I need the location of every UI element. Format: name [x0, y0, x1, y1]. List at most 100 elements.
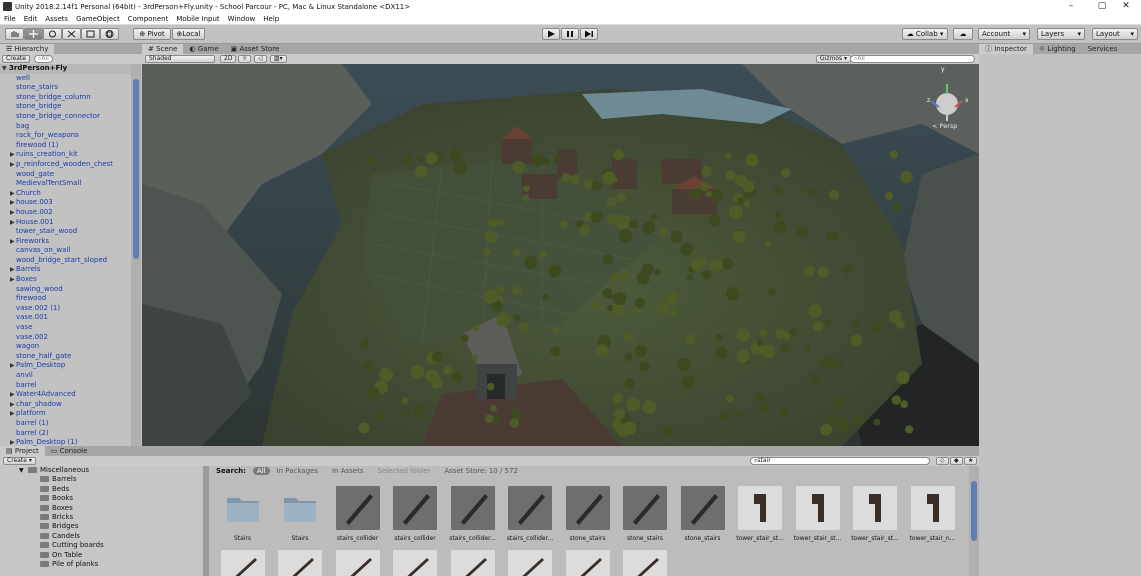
folder-item[interactable]: Bridges: [0, 522, 203, 531]
expand-arrow-icon[interactable]: ▶: [10, 438, 15, 446]
search-scope-all[interactable]: All: [252, 467, 270, 475]
folder-item[interactable]: Cutting boards: [0, 541, 203, 550]
2d-toggle[interactable]: 2D: [220, 55, 237, 63]
expand-arrow-icon[interactable]: ▶: [10, 361, 15, 371]
expand-arrow-icon[interactable]: ▶: [10, 218, 15, 228]
perspective-label[interactable]: < Persp: [932, 122, 957, 130]
hierarchy-item[interactable]: tower_stair_wood: [0, 227, 131, 237]
expand-arrow-icon[interactable]: ▶: [10, 189, 15, 199]
hierarchy-item[interactable]: ▶ platform: [0, 409, 131, 419]
expand-arrow-icon[interactable]: ▶: [10, 198, 15, 208]
asset-tile[interactable]: stone_stairs: [560, 486, 615, 542]
tab-console[interactable]: ▭ Console: [45, 446, 94, 456]
folder-item[interactable]: Bricks: [0, 513, 203, 522]
scrollbar-thumb[interactable]: [133, 79, 139, 259]
hierarchy-item[interactable]: ▶ house.002: [0, 208, 131, 218]
hierarchy-scrollbar[interactable]: [131, 64, 141, 446]
pivot-toggle[interactable]: ⊕ Pivot: [133, 28, 171, 40]
project-create-dropdown[interactable]: Create ▾: [3, 457, 36, 465]
project-search-input[interactable]: ⌕stair: [750, 457, 930, 465]
scale-tool-button[interactable]: [62, 28, 81, 40]
scene-search-input[interactable]: ⌕All: [850, 55, 975, 63]
hierarchy-item[interactable]: anvil: [0, 371, 131, 381]
gizmos-dropdown[interactable]: Gizmos ▾: [816, 55, 852, 63]
tab-asset-store[interactable]: ▣ Asset Store: [225, 44, 286, 54]
hierarchy-item[interactable]: stone_bridge: [0, 102, 131, 112]
hierarchy-item[interactable]: ▶ Boxes: [0, 275, 131, 285]
hierarchy-item[interactable]: ▶ Palm_Desktop: [0, 361, 131, 371]
hand-tool-button[interactable]: [5, 28, 24, 40]
hierarchy-item[interactable]: ▶ Barrels: [0, 265, 131, 275]
lighting-toggle[interactable]: ☼: [238, 55, 252, 63]
hierarchy-item[interactable]: vase.001: [0, 313, 131, 323]
hierarchy-item[interactable]: ▶ ruins_creation_kit: [0, 150, 131, 160]
hierarchy-item[interactable]: barrel (1): [0, 419, 131, 429]
menu-file[interactable]: File: [0, 15, 20, 23]
hierarchy-search-input[interactable]: ⌕All: [33, 55, 53, 63]
asset-tile[interactable]: Stairs: [273, 486, 328, 542]
layout-dropdown[interactable]: Layout ▾: [1092, 28, 1138, 40]
scrollbar-thumb[interactable]: [971, 481, 977, 541]
tab-project[interactable]: ▤ Project: [0, 446, 45, 456]
hierarchy-item[interactable]: firewood (1): [0, 141, 131, 151]
folder-item[interactable]: Boxes: [0, 504, 203, 513]
hierarchy-item[interactable]: stone_bridge_column: [0, 93, 131, 103]
asset-tile[interactable]: tower_stair_n...: [905, 486, 960, 542]
layers-dropdown[interactable]: Layers ▾: [1037, 28, 1085, 40]
hierarchy-item[interactable]: vase.002: [0, 333, 131, 343]
tab-inspector[interactable]: ⓘ Inspector: [979, 44, 1033, 54]
expand-arrow-icon[interactable]: ▶: [10, 390, 15, 400]
hierarchy-item[interactable]: wagon: [0, 342, 131, 352]
asset-tile[interactable]: [445, 550, 500, 576]
hierarchy-item[interactable]: wood_gate: [0, 170, 131, 180]
hierarchy-item[interactable]: ▶ house.003: [0, 198, 131, 208]
asset-tile[interactable]: stairs_collider...: [445, 486, 500, 542]
play-button[interactable]: [542, 28, 560, 40]
hierarchy-item[interactable]: well: [0, 74, 131, 84]
tab-services[interactable]: Services: [1082, 44, 1124, 54]
asset-tile[interactable]: [215, 550, 270, 576]
create-dropdown[interactable]: Create: [2, 55, 30, 63]
menu-component[interactable]: Component: [124, 15, 173, 23]
expand-arrow-icon[interactable]: ▶: [10, 265, 15, 275]
menu-assets[interactable]: Assets: [41, 15, 72, 23]
asset-tile[interactable]: [503, 550, 558, 576]
folder-item[interactable]: Candels: [0, 532, 203, 541]
close-button[interactable]: ✕: [1111, 0, 1141, 13]
hierarchy-item[interactable]: ▶ House.001: [0, 218, 131, 228]
expand-arrow-icon[interactable]: ▶: [10, 150, 15, 160]
local-toggle[interactable]: ⊕Local: [172, 28, 205, 40]
hierarchy-item[interactable]: barrel (2): [0, 429, 131, 439]
tab-game[interactable]: ◐ Game: [183, 44, 224, 54]
tab-scene[interactable]: # Scene: [142, 44, 184, 54]
asset-tile[interactable]: stone_stairs: [618, 486, 673, 542]
transform-tool-button[interactable]: [100, 28, 119, 40]
filter-by-type-button[interactable]: ◇: [936, 457, 949, 465]
asset-tile[interactable]: [388, 550, 443, 576]
folder-item[interactable]: Pile of planks: [0, 560, 203, 569]
tab-hierarchy[interactable]: ☰ Hierarchy: [0, 44, 55, 54]
asset-tile[interactable]: stairs_collider: [388, 486, 443, 542]
asset-tile[interactable]: [560, 550, 615, 576]
expand-arrow-icon[interactable]: ▶: [10, 237, 15, 247]
cloud-services-button[interactable]: ☁: [953, 28, 973, 40]
hierarchy-item[interactable]: wood_bridge_start_sloped: [0, 256, 131, 266]
menu-edit[interactable]: Edit: [20, 15, 42, 23]
hierarchy-item[interactable]: vase: [0, 323, 131, 333]
favorite-button[interactable]: ★: [964, 457, 978, 465]
account-dropdown[interactable]: Account ▾: [978, 28, 1030, 40]
hierarchy-item[interactable]: bag: [0, 122, 131, 132]
folder-item[interactable]: ▼ Miscellaneous: [0, 466, 203, 475]
menu-gameobject[interactable]: GameObject: [72, 15, 124, 23]
expand-arrow-icon[interactable]: ▶: [10, 409, 15, 419]
audio-toggle[interactable]: ◁: [254, 55, 267, 63]
search-scope-asset-store[interactable]: Asset Store: 10 / 572: [437, 467, 525, 475]
rotate-tool-button[interactable]: [43, 28, 62, 40]
move-tool-button[interactable]: [24, 28, 43, 40]
hierarchy-item[interactable]: sawing_wood: [0, 285, 131, 295]
filter-by-label-button[interactable]: ◆: [950, 457, 963, 465]
tab-lighting[interactable]: ☼ Lighting: [1033, 44, 1082, 54]
expand-arrow-icon[interactable]: ▶: [10, 208, 15, 218]
hierarchy-item[interactable]: ▶ p_reinforced_wooden_chest: [0, 160, 131, 170]
search-scope-in-packages[interactable]: In Packages: [270, 467, 325, 475]
